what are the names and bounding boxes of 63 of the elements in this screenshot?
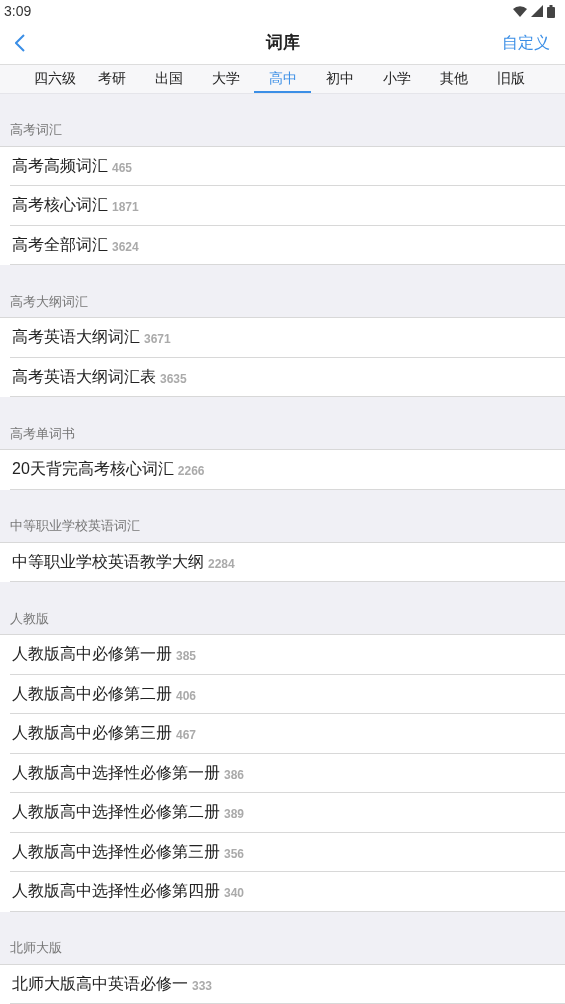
wordbook-name: 高考英语大纲词汇: [12, 327, 140, 348]
word-count: 386: [224, 766, 245, 784]
word-count: 340: [224, 885, 245, 903]
wordbook-name: 人教版高中选择性必修第一册: [12, 762, 220, 783]
word-count: 333: [192, 977, 213, 995]
word-count: 385: [176, 648, 197, 666]
wordbook-name: 人教版高中必修第二册: [12, 683, 172, 704]
word-count: 3635: [160, 370, 187, 388]
word-count: 2284: [208, 555, 235, 573]
section-header: 中等职业学校英语词汇: [10, 517, 140, 535]
wordbook-item[interactable]: 高考核心词汇 1871: [10, 186, 565, 226]
wordbook-name: 人教版高中必修第一册: [12, 644, 172, 665]
word-count: 1871: [112, 199, 139, 217]
category-tab[interactable]: 考研: [83, 65, 140, 93]
wordbook-name: 中等职业学校英语教学大纲: [12, 551, 204, 572]
category-tab[interactable]: 其他: [425, 65, 482, 93]
wordbook-item[interactable]: 高考英语大纲词汇表 3635: [10, 357, 565, 397]
signal-icon: [531, 5, 543, 17]
word-count: 467: [176, 727, 197, 745]
wordbook-name: 人教版高中选择性必修第二册: [12, 802, 220, 823]
page-title: 词库: [265, 32, 300, 55]
word-count: 356: [224, 845, 245, 863]
wordbook-name: 人教版高中选择性必修第三册: [12, 841, 220, 862]
wordbook-name: 高考核心词汇: [12, 195, 108, 216]
wordbook-name: 高考英语大纲词汇表: [12, 366, 156, 387]
customize-button[interactable]: 自定义: [502, 31, 565, 55]
wordbook-name: 人教版高中选择性必修第四册: [12, 881, 220, 902]
wordbook-item[interactable]: 人教版高中选择性必修第四册 340: [10, 872, 565, 912]
word-count: 406: [176, 687, 197, 705]
wordbook-name: 高考全部词汇: [12, 234, 108, 255]
word-count: 465: [112, 159, 133, 177]
wordbook-item[interactable]: 人教版高中选择性必修第一册 386: [10, 753, 565, 793]
section-header: 高考词汇: [10, 121, 62, 139]
battery-icon: [547, 4, 555, 18]
section-header: 高考单词书: [10, 424, 75, 443]
section-header: 高考大纲词汇: [10, 292, 88, 311]
wordbook-item[interactable]: 人教版高中选择性必修第三册 356: [10, 832, 565, 872]
wordbook-name: 高考高频词汇: [12, 155, 108, 176]
category-tab[interactable]: 出国: [140, 65, 197, 93]
section-header: 人教版: [10, 609, 49, 628]
wordbook-name: 20天背完高考核心词汇: [12, 459, 174, 480]
word-count: 3671: [144, 331, 171, 349]
category-tab[interactable]: 旧版: [482, 65, 539, 93]
word-count: 3624: [112, 238, 139, 256]
wordbook-item[interactable]: 人教版高中选择性必修第二册 389: [10, 793, 565, 833]
back-icon: [15, 34, 25, 52]
wordbook-item[interactable]: 人教版高中必修第一册 385: [10, 635, 565, 675]
section-header: 北师大版: [10, 939, 62, 957]
wordbook-item[interactable]: 高考全部词汇 3624: [10, 225, 565, 265]
wordbook-item[interactable]: 人教版高中必修第三册 467: [10, 714, 565, 754]
wordbook-name: 人教版高中必修第三册: [12, 723, 172, 744]
wordbook-item[interactable]: 人教版高中必修第二册 406: [10, 674, 565, 714]
wordbook-name: 北师大版高中英语必修一: [12, 973, 188, 994]
word-count: 389: [224, 806, 245, 824]
wifi-icon: [513, 5, 527, 17]
word-count: 2266: [177, 463, 205, 481]
wordbook-item[interactable]: 高考高频词汇 465: [10, 146, 565, 186]
wordbook-item[interactable]: 高考英语大纲词汇 3671: [10, 318, 565, 358]
category-tab[interactable]: 初中: [311, 65, 368, 93]
category-tab[interactable]: 小学: [368, 65, 425, 93]
status-time: 3:09: [4, 1, 32, 21]
category-tab[interactable]: 大学: [197, 65, 254, 93]
category-tab[interactable]: 四六级: [26, 65, 83, 93]
